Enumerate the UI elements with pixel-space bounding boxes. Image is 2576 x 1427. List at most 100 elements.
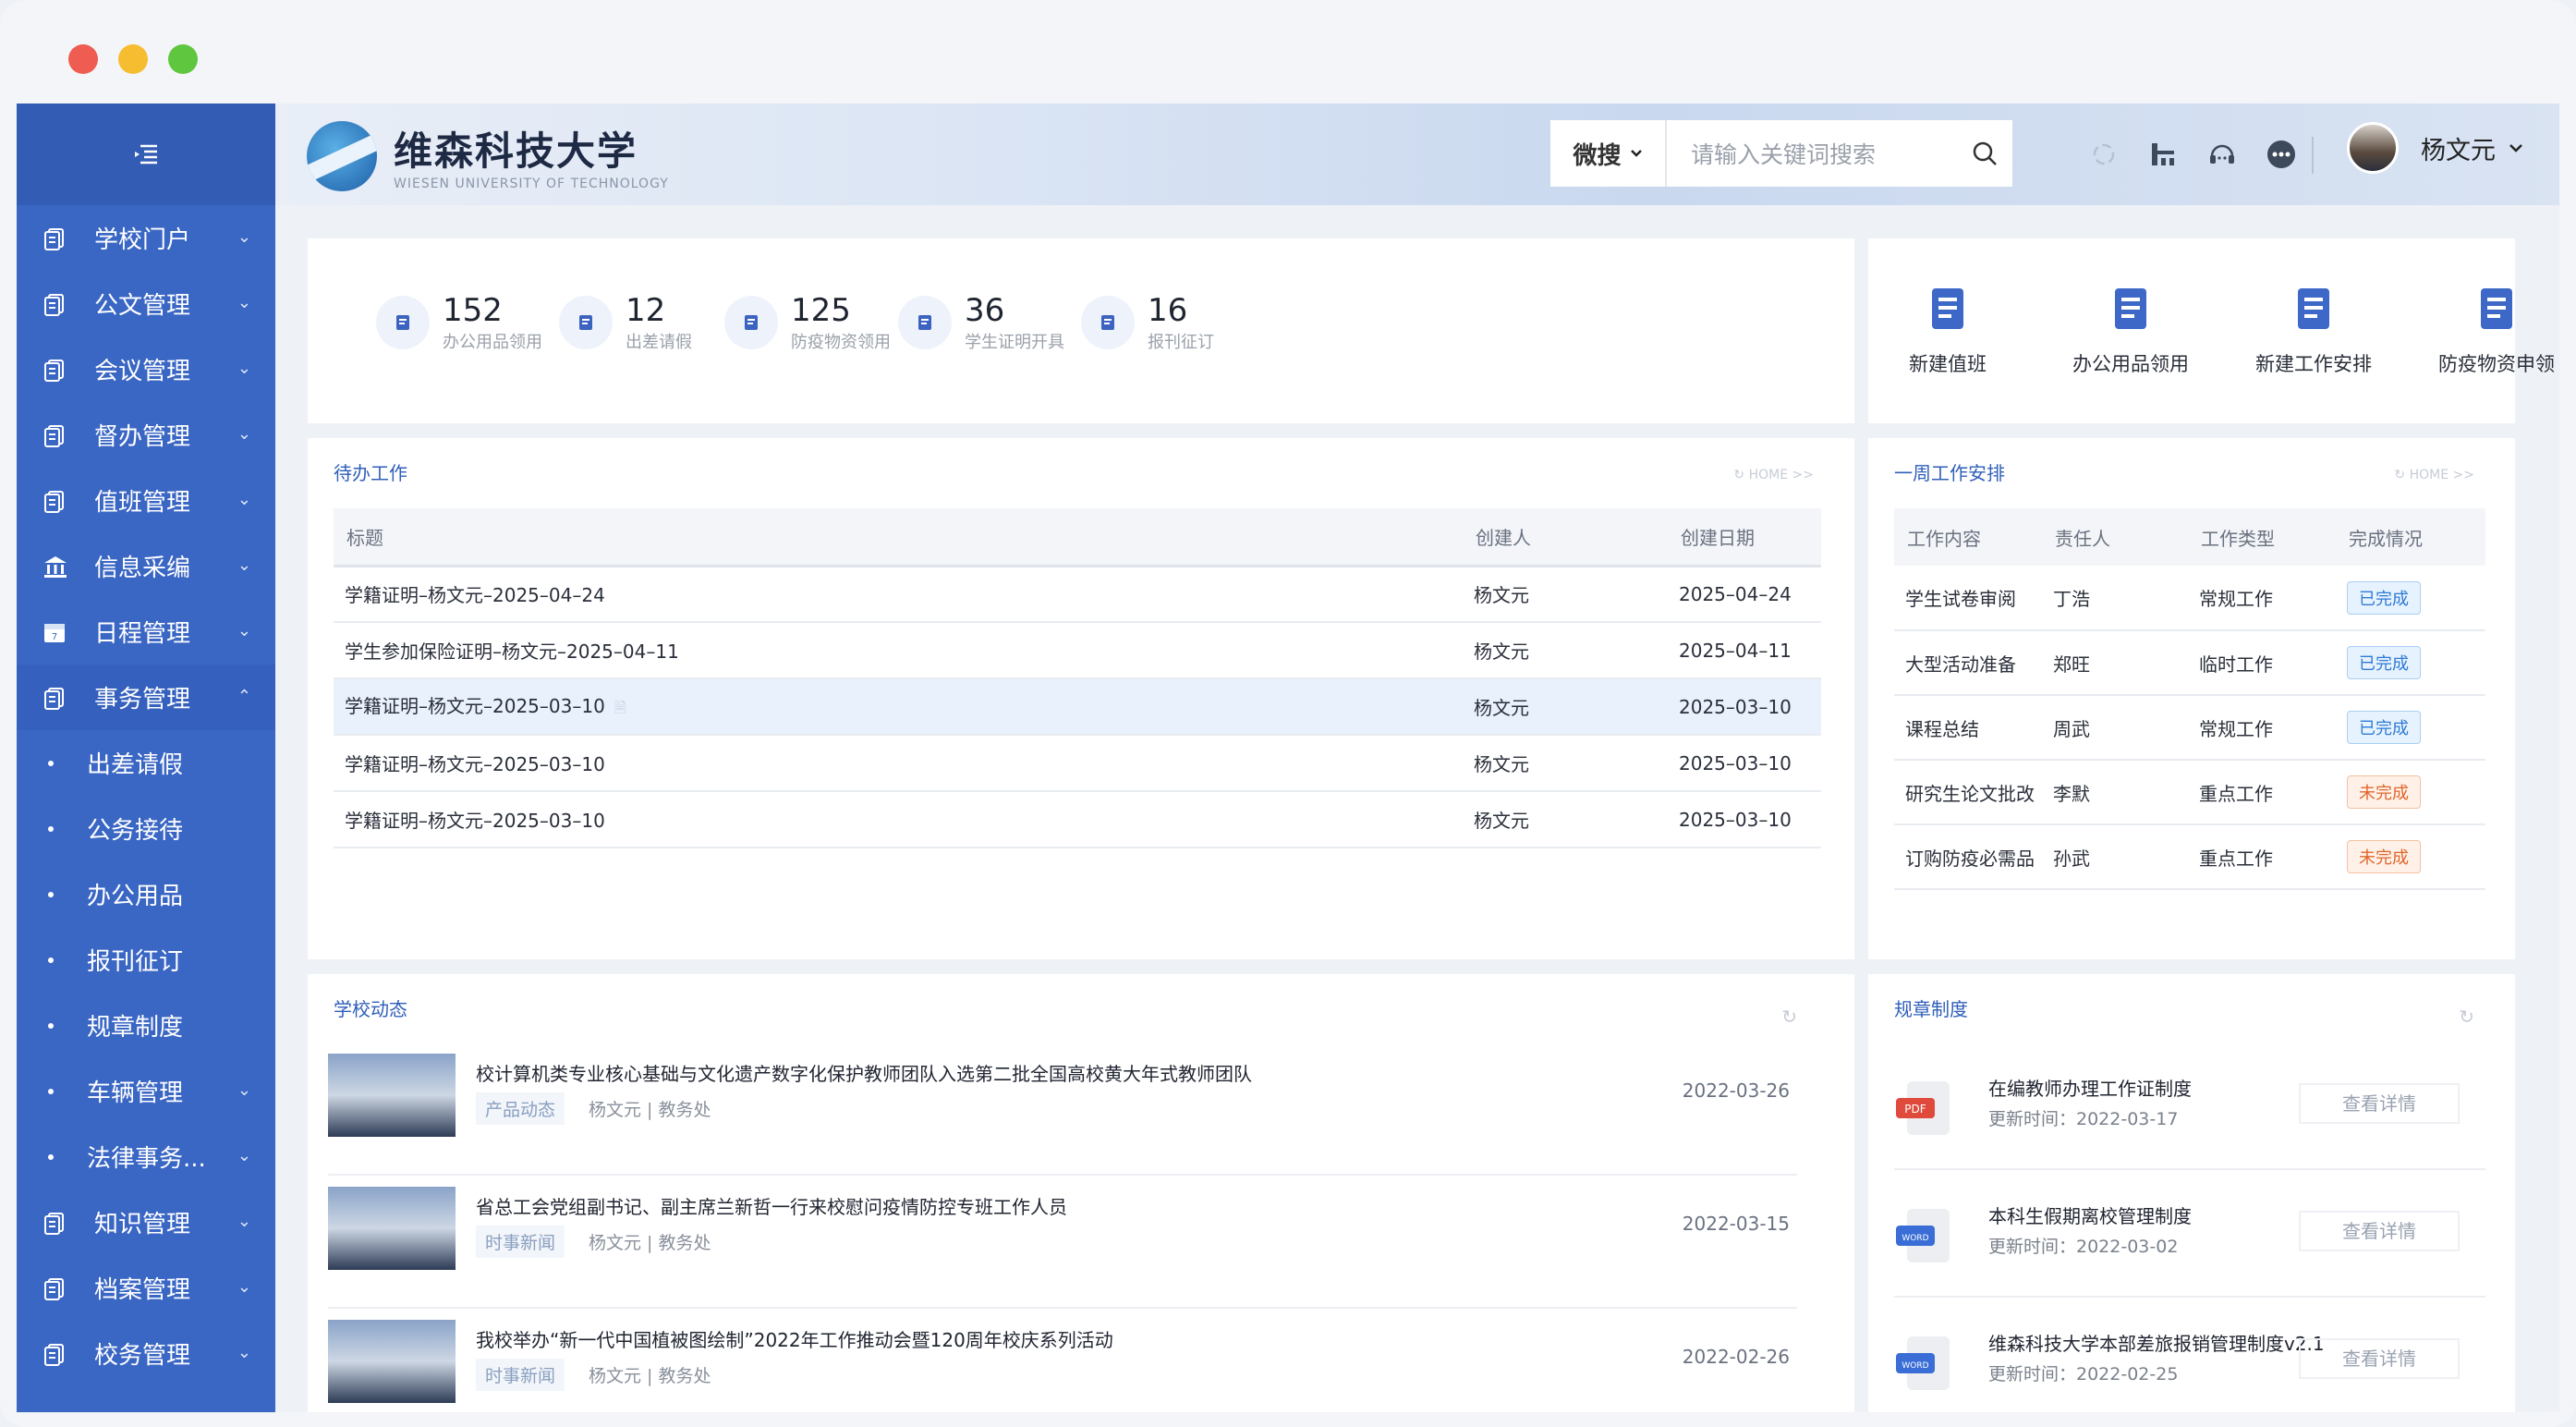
news-item-title[interactable]: 我校举办“新一代中国植被图绘制”2022年工作推动会暨120周年校庆系列活动 [476,1325,1113,1352]
stat-label: 出差请假 [626,333,692,352]
todo-row-date: 2025–04–24 [1668,566,1821,623]
status-badge: 已完成 [2347,646,2421,679]
search-input[interactable]: 请输入关键词搜索 [1667,137,1957,170]
university-logo[interactable]: 维森科技大学 WIESEN UNIVERSITY OF TECHNOLOGY [307,120,669,191]
sidebar-item-9[interactable]: 档案管理 ⌄ [17,1255,275,1321]
org-chart-button[interactable] [2145,137,2181,172]
table-row[interactable]: 学生参加保险证明–杨文元–2025–04–11 杨文元 2025–04–11 [334,622,1821,679]
stat-3[interactable]: 36 学生证明开具 [898,292,1064,353]
news-refresh-button[interactable]: ↻ [1781,1006,1797,1028]
table-row[interactable]: 学籍证明–杨文元–2025–04–24 杨文元 2025–04–24 [334,566,1821,623]
sidebar-subitem-4[interactable]: 规章制度 [17,993,275,1058]
week-row-owner: 丁浩 [2042,566,2188,631]
news-thumbnail[interactable] [328,1187,456,1270]
regs-refresh-button[interactable]: ↻ [2459,1006,2474,1028]
news-thumbnail[interactable] [328,1054,456,1137]
week-more-link[interactable]: ↻ HOME >> [2394,468,2474,482]
table-row[interactable]: 学籍证明–杨文元–2025–03–10 🗎 杨文元 2025–03–10 [334,678,1821,736]
search-button[interactable] [1957,140,2012,167]
sidebar-item-label: 督办管理 [94,423,191,451]
doc-icon [43,1342,67,1366]
search-icon [1973,141,1997,165]
close-window-button[interactable] [68,44,98,74]
table-row[interactable]: 研究生论文批改 李默 重点工作 未完成 [1894,760,2485,825]
maximize-window-button[interactable] [168,44,198,74]
sidebar-item-7[interactable]: 事务管理 ⌃ [17,665,275,730]
header-icons [2086,137,2299,172]
quick-action-1[interactable]: 办公用品领用 [2049,281,2212,377]
view-details-button[interactable]: 查看详情 [2299,1083,2460,1124]
todo-row-creator: 杨文元 [1463,622,1668,679]
news-tag: 时事新闻 [476,1359,565,1391]
sidebar-item-5[interactable]: 信息采编 ⌄ [17,533,275,599]
user-menu[interactable]: 杨文元 [2347,122,2523,174]
table-row[interactable]: 大型活动准备 郑旺 临时工作 已完成 [1894,630,2485,696]
bullet-icon [48,891,54,897]
refresh-button[interactable] [2086,137,2121,172]
news-item-title[interactable]: 省总工会党组副书记、副主席兰新哲一行来校慰问疫情防控专班工作人员 [476,1192,1067,1219]
sidebar-item-0[interactable]: 学校门户 ⌄ [17,205,275,271]
view-details-button[interactable]: 查看详情 [2299,1338,2460,1379]
mailbox-icon [1081,296,1135,349]
todo-more-label: HOME >> [1748,468,1814,482]
support-button[interactable] [2205,137,2240,172]
regulation-title[interactable]: 维森科技大学本部差旅报销管理制度v2.1 [1988,1329,2325,1356]
sidebar-subitem-5[interactable]: 车辆管理 ⌄ [17,1058,275,1124]
avatar[interactable] [2347,122,2399,174]
news-date: 2022-03-15 [1682,1213,1790,1235]
regulation-title[interactable]: 本科生假期离校管理制度 [1988,1201,2192,1228]
regulation-item[interactable]: WORD 维森科技大学本部差旅报销管理制度v2.1 更新时间：2022-02-25 查… [1894,1298,2485,1412]
sidebar-item-2[interactable]: 会议管理 ⌄ [17,336,275,402]
todo-row-title[interactable]: 学籍证明–杨文元–2025–03–10 [334,791,1463,848]
sidebar-item-3[interactable]: 督办管理 ⌄ [17,402,275,468]
sidebar-item-1[interactable]: 公文管理 ⌄ [17,271,275,336]
stat-4[interactable]: 16 报刊征订 [1081,292,1214,353]
quick-action-3[interactable]: 防疫物资申领 [2415,281,2559,377]
regulation-item[interactable]: PDF 在编教师办理工作证制度 更新时间：2022-03-17 查看详情 [1894,1043,2485,1170]
sidebar-toggle[interactable] [17,104,275,205]
news-item[interactable]: 我校举办“新一代中国植被图绘制”2022年工作推动会暨120周年校庆系列活动时事… [328,1309,1797,1412]
quick-action-label: 防疫物资申领 [2438,353,2555,375]
sidebar-item-6[interactable]: 7 日程管理 ⌄ [17,599,275,665]
news-item-title[interactable]: 校计算机类专业核心基础与文化遗产数字化保护教师团队入选第二批全国高校黄大年式教师… [476,1059,1252,1086]
sidebar-item-8[interactable]: 知识管理 ⌄ [17,1189,275,1255]
table-row[interactable]: 学籍证明–杨文元–2025–03–10 杨文元 2025–03–10 [334,735,1821,792]
sidebar-item-10[interactable]: 校务管理 ⌄ [17,1321,275,1386]
logo-title: 维森科技大学 [394,128,638,174]
more-button[interactable] [2264,137,2299,172]
sidebar-menu: 学校门户 ⌄ 公文管理 ⌄ 会议管理 ⌄ 督办管理 ⌄ 值班管理 ⌄ 信息采编 ⌄ 7 日程管理 ⌄ 事务管理… [17,205,275,1386]
sidebar-item-label: 公文管理 [94,292,191,320]
todo-row-title[interactable]: 学生参加保险证明–杨文元–2025–04–11 [334,622,1463,679]
todo-row-title[interactable]: 学籍证明–杨文元–2025–04–24 [334,566,1463,623]
regulation-item[interactable]: WORD 本科生假期离校管理制度 更新时间：2022-03-02 查看详情 [1894,1170,2485,1298]
sidebar-subitem-1[interactable]: 公务接待 [17,796,275,861]
table-row[interactable]: 学籍证明–杨文元–2025–03–10 杨文元 2025–03–10 [334,791,1821,848]
news-item[interactable]: 校计算机类专业核心基础与文化遗产数字化保护教师团队入选第二批全国高校黄大年式教师… [328,1043,1797,1176]
minimize-window-button[interactable] [118,44,148,74]
quick-action-2[interactable]: 新建工作安排 [2232,281,2395,377]
todo-row-date: 2025–04–11 [1668,622,1821,679]
todo-row-title[interactable]: 学籍证明–杨文元–2025–03–10 🗎 [334,678,1463,736]
sidebar-subitem-2[interactable]: 办公用品 [17,861,275,927]
stat-0[interactable]: 152 办公用品领用 [376,292,542,353]
sidebar-subitem-3[interactable]: 报刊征订 [17,927,275,993]
view-details-button[interactable]: 查看详情 [2299,1211,2460,1251]
table-row[interactable]: 学生试卷审阅 丁浩 常规工作 已完成 [1894,566,2485,631]
stat-1[interactable]: 12 出差请假 [559,292,692,353]
regulation-title[interactable]: 在编教师办理工作证制度 [1988,1074,2192,1101]
search-scope-dropdown[interactable]: 微搜 [1550,120,1667,187]
stat-2[interactable]: 125 防疫物资领用 [724,292,891,353]
quick-action-0[interactable]: 新建值班 [1866,281,2029,377]
table-row[interactable]: 订购防疫必需品 孙武 重点工作 未完成 [1894,824,2485,890]
menu-collapse-icon[interactable] [133,142,159,166]
todo-row-title[interactable]: 学籍证明–杨文元–2025–03–10 [334,735,1463,792]
news-item[interactable]: 省总工会党组副书记、副主席兰新哲一行来校慰问疫情防控专班工作人员 时事新闻 杨文元 … [328,1176,1797,1309]
chevron-down-icon: ⌄ [237,293,251,312]
news-thumbnail[interactable] [328,1320,456,1403]
todo-more-link[interactable]: ↻ HOME >> [1733,468,1814,482]
table-row[interactable]: 课程总结 周武 常规工作 已完成 [1894,695,2485,761]
sidebar-item-4[interactable]: 值班管理 ⌄ [17,468,275,533]
sidebar-subitem-6[interactable]: 法律事务... ⌄ [17,1124,275,1189]
sidebar-item-label: 校务管理 [94,1342,191,1370]
sidebar-subitem-0[interactable]: 出差请假 [17,730,275,796]
